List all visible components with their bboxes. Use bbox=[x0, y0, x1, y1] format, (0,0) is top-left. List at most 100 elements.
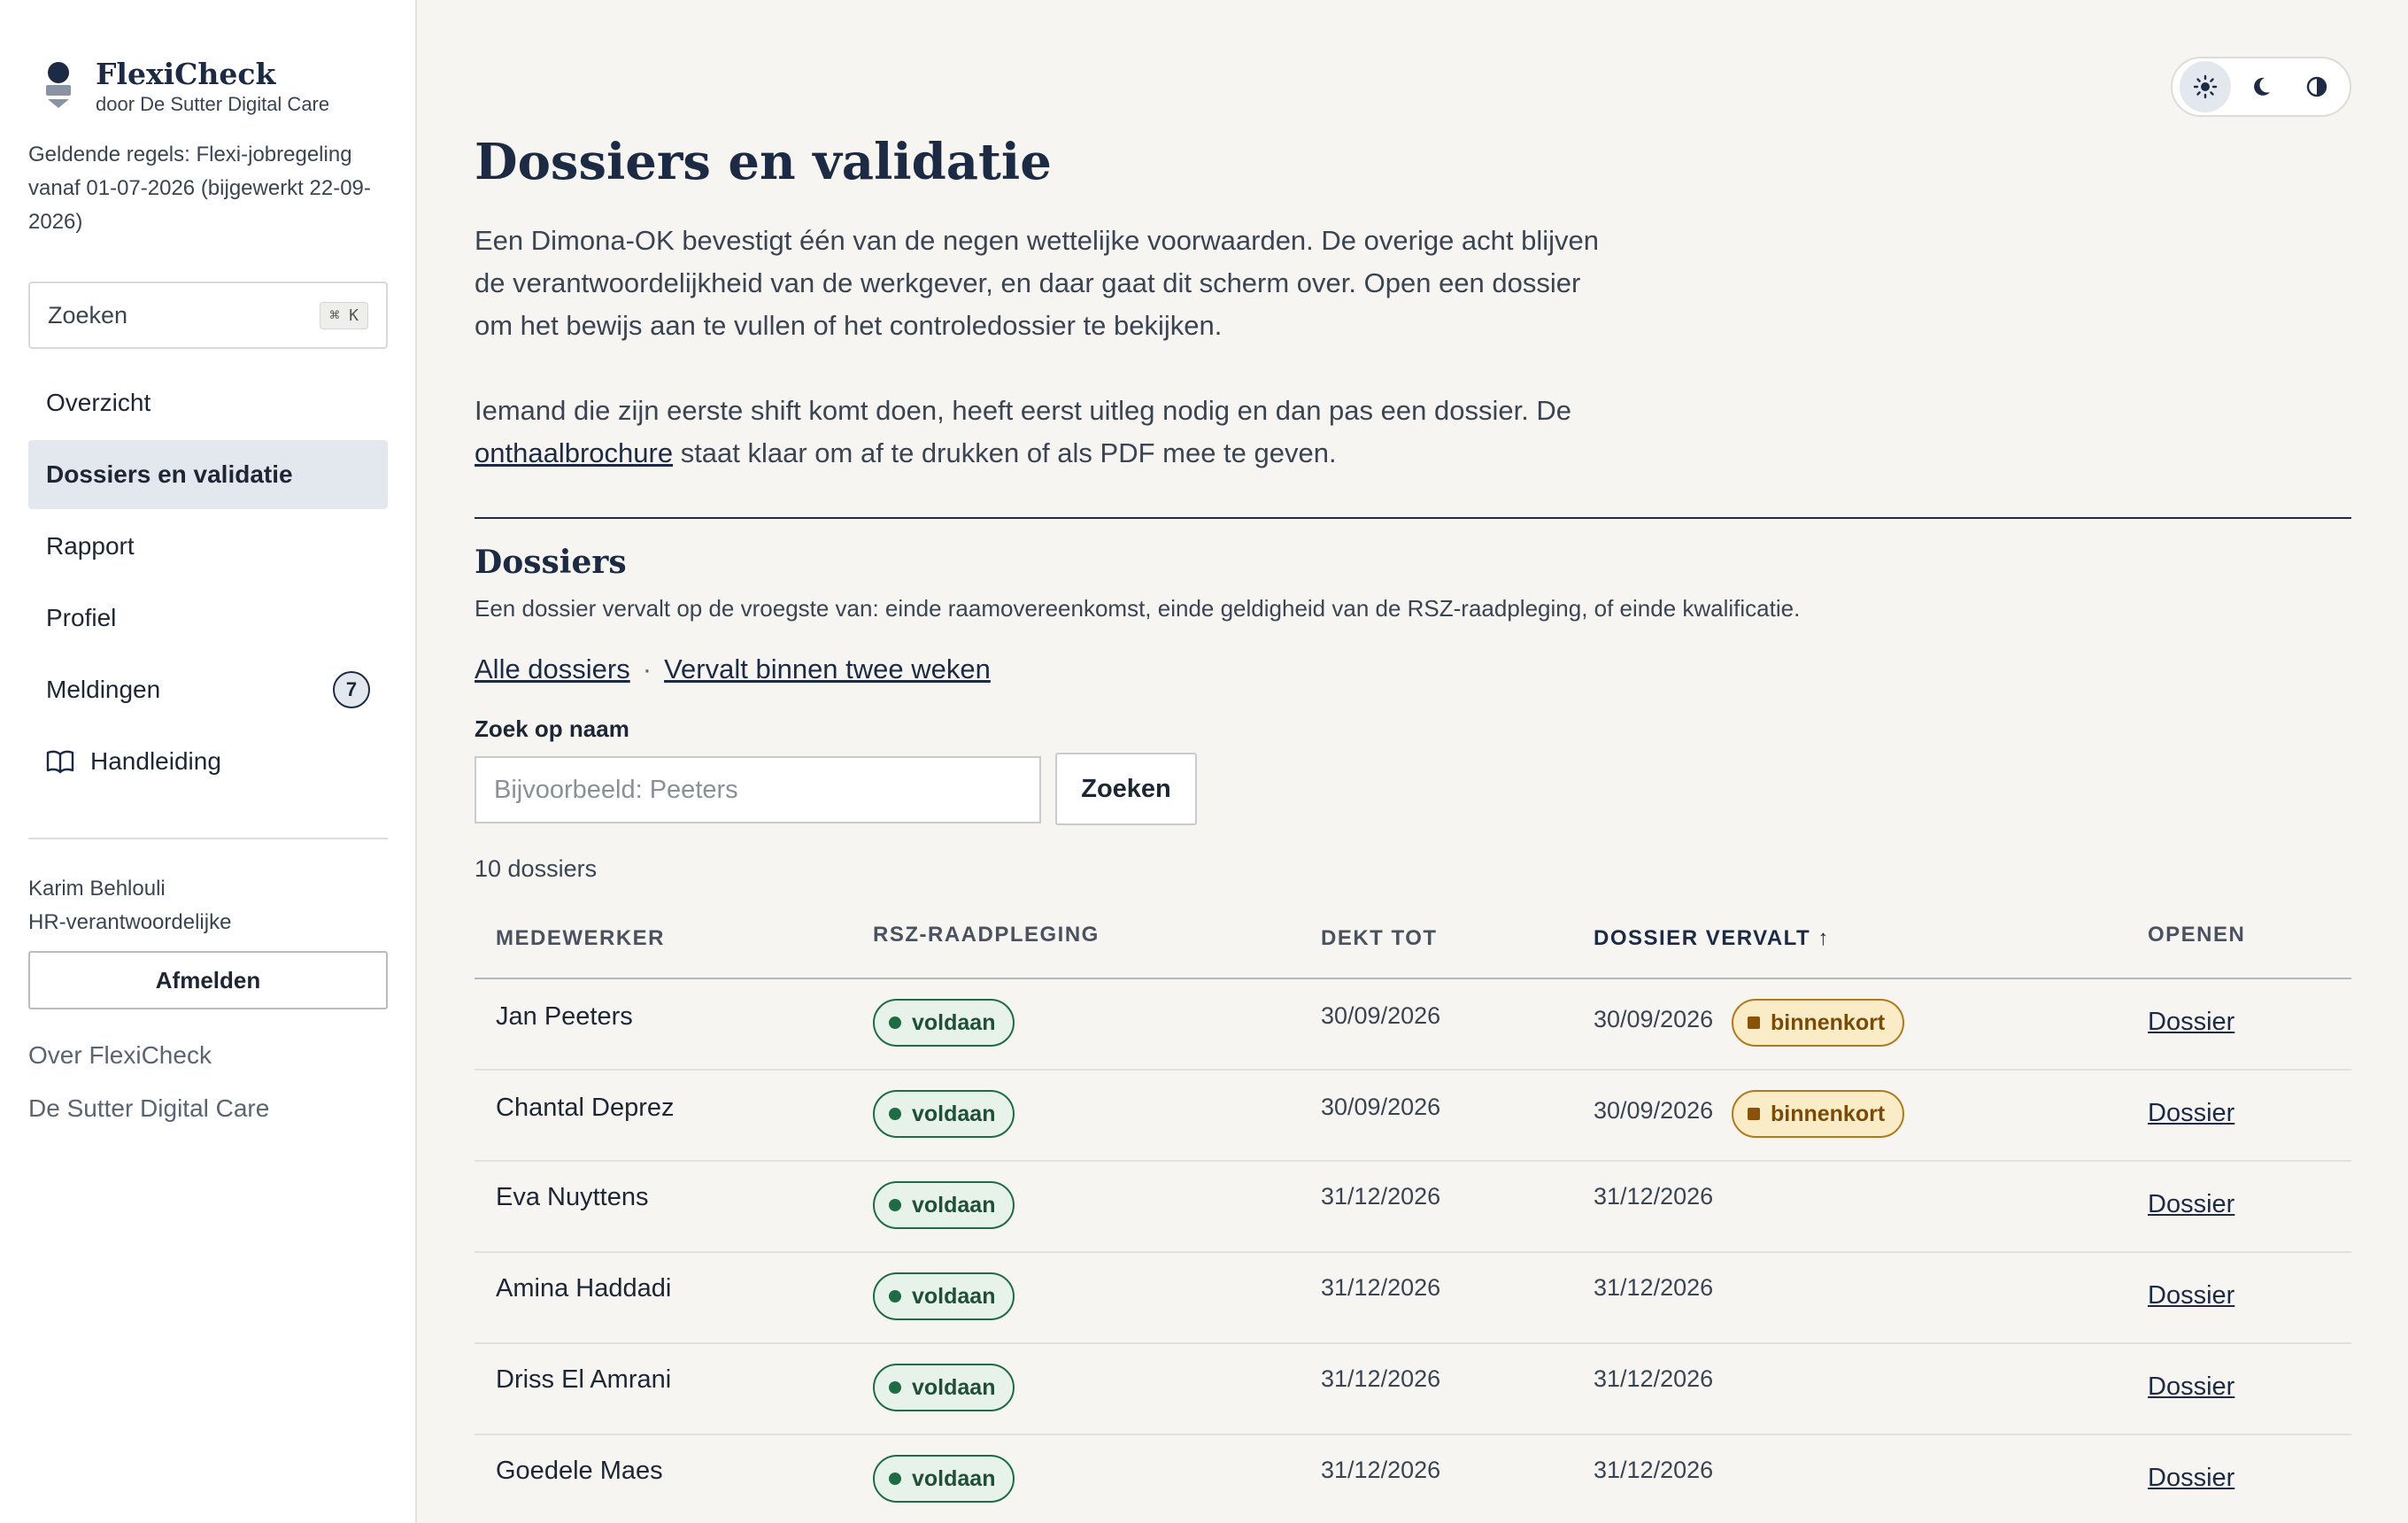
rsz-status-label: voldaan bbox=[912, 1374, 996, 1400]
expires-date: 30/09/2026 bbox=[1594, 1006, 1714, 1032]
warning-square-icon bbox=[1748, 1017, 1760, 1029]
rsz-status-badge: voldaan bbox=[873, 1364, 1015, 1411]
status-dot-icon bbox=[889, 1017, 901, 1029]
nav-item-label: Meldingen bbox=[46, 676, 161, 703]
contrast-icon bbox=[2306, 76, 2327, 97]
intro-text-brochure: Iemand die zijn eerste shift komt doen, … bbox=[475, 390, 1625, 475]
status-dot-icon bbox=[889, 1473, 901, 1485]
flexicheck-logo-icon bbox=[46, 55, 73, 112]
expires-date: 31/12/2026 bbox=[1594, 1365, 1714, 1392]
status-dot-icon bbox=[889, 1290, 901, 1303]
nav-item-handleiding[interactable]: Handleiding bbox=[28, 727, 388, 796]
col-expires[interactable]: Dossier vervalt ↑ bbox=[1594, 926, 1830, 951]
rsz-status-badge: voldaan bbox=[873, 1181, 1015, 1229]
user-role: HR-verantwoordelijke bbox=[28, 910, 232, 934]
filter-separator: · bbox=[642, 653, 652, 684]
nav-item-label: Handleiding bbox=[90, 747, 221, 775]
open-dossier-link[interactable]: Dossier bbox=[2148, 1464, 2234, 1493]
expiring-soon-label: binnenkort bbox=[1771, 1101, 1886, 1126]
open-dossier-link[interactable]: Dossier bbox=[2148, 1008, 2234, 1037]
light-theme-button[interactable] bbox=[2180, 61, 2232, 112]
theme-toggle bbox=[2171, 57, 2351, 117]
col-rsz[interactable]: RSZ-raadpleging bbox=[873, 923, 1100, 947]
employee-name: Goedele Maes bbox=[496, 1457, 663, 1485]
nav-item-dossiers[interactable]: Dossiers en validatie bbox=[28, 440, 388, 509]
rsz-status-label: voldaan bbox=[912, 1009, 996, 1035]
table-row: Chantal Deprez voldaan 30/09/2026 30/09/… bbox=[475, 1071, 2351, 1162]
table-header: Medewerker RSZ-raadpleging Dekt tot Doss… bbox=[475, 907, 2351, 979]
brand-name: FlexiCheck bbox=[96, 57, 276, 91]
expiring-soon-badge: binnenkort bbox=[1732, 999, 1905, 1047]
open-dossier-link[interactable]: Dossier bbox=[2148, 1099, 2234, 1128]
employee-name: Driss El Amrani bbox=[496, 1365, 672, 1394]
rsz-status-label: voldaan bbox=[912, 1465, 996, 1491]
nav-item-label: Dossiers en validatie bbox=[46, 460, 293, 488]
table-row: Goedele Maes voldaan 31/12/2026 31/12/20… bbox=[475, 1435, 2351, 1523]
company-link[interactable]: De Sutter Digital Care bbox=[28, 1094, 269, 1123]
col-employee[interactable]: Medewerker bbox=[496, 926, 665, 951]
nav-item-label: Overzicht bbox=[46, 389, 151, 416]
sidebar-divider bbox=[28, 838, 388, 839]
expires-date: 31/12/2026 bbox=[1594, 1274, 1714, 1301]
open-dossier-link[interactable]: Dossier bbox=[2148, 1372, 2234, 1402]
keyboard-shortcut: ⌘ K bbox=[320, 301, 368, 329]
name-search-label: Zoek op naam bbox=[475, 715, 629, 742]
brochure-link[interactable]: onthaalbrochure bbox=[475, 437, 673, 468]
expires-date: 31/12/2026 bbox=[1594, 1183, 1714, 1210]
page-title: Dossiers en validatie bbox=[475, 133, 1052, 191]
covers-date: 31/12/2026 bbox=[1321, 1365, 1441, 1392]
status-dot-icon bbox=[889, 1108, 901, 1120]
about-link[interactable]: Over FlexiCheck bbox=[28, 1041, 212, 1070]
employee-name: Eva Nuyttens bbox=[496, 1183, 649, 1211]
section-title: Dossiers bbox=[475, 544, 627, 581]
expiring-soon-badge: binnenkort bbox=[1732, 1090, 1905, 1138]
expires-date: 30/09/2026 bbox=[1594, 1097, 1714, 1124]
rsz-status-label: voldaan bbox=[912, 1283, 996, 1309]
nav-item-rapport[interactable]: Rapport bbox=[28, 512, 388, 581]
rules-notice: Geldende regels: Flexi-jobregeling vanaf… bbox=[28, 143, 371, 234]
filter-all-link[interactable]: Alle dossiers bbox=[475, 653, 630, 684]
covers-date: 31/12/2026 bbox=[1321, 1457, 1441, 1483]
book-icon bbox=[46, 750, 74, 774]
moon-icon bbox=[2254, 77, 2270, 96]
table-row: Driss El Amrani voldaan 31/12/2026 31/12… bbox=[475, 1344, 2351, 1435]
notification-count-badge: 7 bbox=[333, 671, 370, 708]
intro-text: Een Dimona-OK bevestigt één van de negen… bbox=[475, 225, 1600, 341]
status-dot-icon bbox=[889, 1381, 901, 1394]
rsz-status-label: voldaan bbox=[912, 1192, 996, 1218]
section-subtitle: Een dossier vervalt op de vroegste van: … bbox=[475, 595, 1801, 622]
employee-name: Jan Peeters bbox=[496, 1002, 633, 1031]
filter-links: Alle dossiers · Vervalt binnen twee weken bbox=[475, 653, 991, 685]
table-row: Jan Peeters voldaan 30/09/2026 30/09/202… bbox=[475, 979, 2351, 1071]
brand[interactable]: FlexiCheck door De Sutter Digital Care bbox=[46, 55, 329, 117]
nav-item-label: Rapport bbox=[46, 532, 135, 560]
nav-item-overzicht[interactable]: Overzicht bbox=[28, 368, 388, 437]
name-search-input[interactable] bbox=[475, 756, 1041, 823]
nav-item-meldingen[interactable]: Meldingen 7 bbox=[28, 655, 388, 724]
nav-item-profiel[interactable]: Profiel bbox=[28, 584, 388, 653]
expires-date: 31/12/2026 bbox=[1594, 1457, 1714, 1483]
covers-date: 31/12/2026 bbox=[1321, 1183, 1441, 1210]
search-button[interactable]: Zoeken bbox=[1055, 753, 1197, 825]
dark-theme-button[interactable] bbox=[2235, 61, 2287, 112]
section-divider bbox=[475, 517, 2351, 519]
logout-button[interactable]: Afmelden bbox=[28, 951, 388, 1009]
rsz-status-badge: voldaan bbox=[873, 1455, 1015, 1503]
status-dot-icon bbox=[889, 1199, 901, 1211]
nav-item-label: Profiel bbox=[46, 604, 117, 631]
col-covers[interactable]: Dekt tot bbox=[1321, 926, 1438, 951]
open-dossier-link[interactable]: Dossier bbox=[2148, 1281, 2234, 1310]
open-dossier-link[interactable]: Dossier bbox=[2148, 1190, 2234, 1219]
main-nav: Overzicht Dossiers en validatie Rapport … bbox=[28, 368, 388, 799]
sidebar-search[interactable]: Zoeken ⌘ K bbox=[28, 282, 388, 349]
dossier-count: 10 dossiers bbox=[475, 855, 598, 882]
contrast-theme-button[interactable] bbox=[2291, 61, 2342, 112]
dossiers-table: Medewerker RSZ-raadpleging Dekt tot Doss… bbox=[475, 907, 2351, 1523]
rsz-status-badge: voldaan bbox=[873, 1272, 1015, 1320]
covers-date: 30/09/2026 bbox=[1321, 1094, 1441, 1120]
sidebar: FlexiCheck door De Sutter Digital Care G… bbox=[0, 0, 417, 1523]
rsz-status-badge: voldaan bbox=[873, 1090, 1015, 1138]
filter-soon-link[interactable]: Vervalt binnen twee weken bbox=[664, 653, 991, 684]
user-name: Karim Behlouli bbox=[28, 877, 166, 901]
employee-name: Amina Haddadi bbox=[496, 1274, 672, 1303]
